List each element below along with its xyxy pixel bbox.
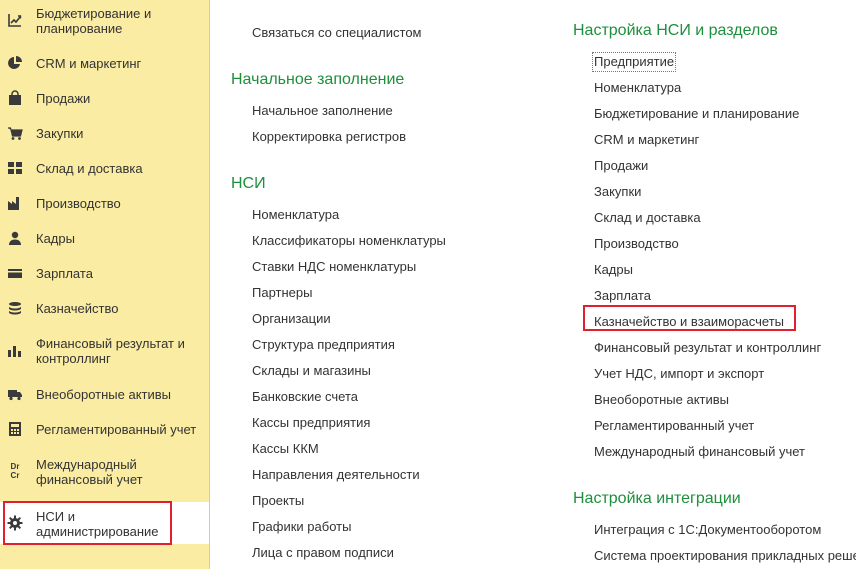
section-title-initial-fill: Начальное заполнение xyxy=(231,71,405,88)
warehouse-grid-icon xyxy=(7,160,23,176)
sidebar-item-label: Внеоборотные активы xyxy=(36,387,172,402)
menu-link[interactable]: Склады и магазины xyxy=(252,363,371,379)
menu-link[interactable]: Банковские счета xyxy=(252,389,358,405)
link-register-correction[interactable]: Корректировка регистров xyxy=(252,129,406,145)
section-title-nsi: НСИ xyxy=(231,175,266,192)
menu-link[interactable]: Номенклатура xyxy=(594,80,681,96)
coins-icon xyxy=(7,300,23,316)
menu-link[interactable]: Склад и доставка xyxy=(594,210,701,226)
menu-link[interactable]: Классификаторы номенклатуры xyxy=(252,233,446,249)
sidebar-item-purchases[interactable]: Закупки xyxy=(0,122,209,144)
menu-link[interactable]: Проекты xyxy=(252,493,304,509)
menu-link[interactable]: Организации xyxy=(252,311,331,327)
menu-link[interactable]: CRM и маркетинг xyxy=(594,132,699,148)
menu-link[interactable]: Система проектирования прикладных реше xyxy=(594,548,856,564)
menu-link[interactable]: Закупки xyxy=(594,184,641,200)
sidebar-item-label: Продажи xyxy=(36,91,91,106)
sidebar-item-label: Склад и доставка xyxy=(36,161,143,176)
menu-link[interactable]: Лица с правом подписи xyxy=(252,545,394,561)
menu-link[interactable]: Международный финансовый учет xyxy=(594,444,805,460)
menu-link[interactable]: Внеоборотные активы xyxy=(594,392,729,408)
sidebar-item-salary[interactable]: Зарплата xyxy=(0,262,209,284)
sidebar-item-crm[interactable]: CRM и маркетинг xyxy=(0,52,209,74)
gear-icon xyxy=(7,515,23,531)
sidebar-item-sales[interactable]: Продажи xyxy=(0,87,209,109)
section-title-integration: Настройка интеграции xyxy=(573,490,741,507)
sidebar-item-label: CRM и маркетинг xyxy=(36,56,142,71)
sidebar: Бюджетирование и планирование CRM и марке… xyxy=(0,0,210,569)
sidebar-item-nsi-admin[interactable]: НСИ и администрирование xyxy=(0,502,209,544)
menu-link[interactable]: Производство xyxy=(594,236,679,252)
sidebar-item-treasury[interactable]: Казначейство xyxy=(0,297,209,319)
factory-icon xyxy=(7,195,23,211)
person-icon xyxy=(7,230,23,246)
link-initial-fill[interactable]: Начальное заполнение xyxy=(252,103,393,119)
menu-link[interactable]: Зарплата xyxy=(594,288,651,304)
menu-link[interactable]: Кассы ККМ xyxy=(252,441,319,457)
menu-link[interactable]: Графики работы xyxy=(252,519,351,535)
shopping-cart-icon xyxy=(7,125,23,141)
sidebar-item-label: Международный финансовый учет xyxy=(36,457,143,487)
sidebar-item-hr[interactable]: Кадры xyxy=(0,227,209,249)
sidebar-item-label: Регламентированный учет xyxy=(36,422,197,437)
sidebar-item-budgeting[interactable]: Бюджетирование и планирование xyxy=(0,2,209,38)
menu-link[interactable]: Номенклатура xyxy=(252,207,339,223)
sidebar-item-label: Кадры xyxy=(36,231,75,246)
menu-link[interactable]: Кадры xyxy=(594,262,633,278)
budget-chart-icon xyxy=(7,12,23,28)
sidebar-item-financial-result[interactable]: Финансовый результат и контроллинг xyxy=(0,332,209,368)
sidebar-item-label: НСИ и администрирование xyxy=(36,509,159,539)
truck-icon xyxy=(7,386,23,402)
menu-link[interactable]: Регламентированный учет xyxy=(594,418,754,434)
shopping-bag-icon xyxy=(7,90,23,106)
pie-chart-icon xyxy=(7,55,23,71)
sidebar-item-fixed-assets[interactable]: Внеоборотные активы xyxy=(0,383,209,405)
link-contact-specialist[interactable]: Связаться со специалистом xyxy=(252,25,422,41)
section-title-nsi-settings: Настройка НСИ и разделов xyxy=(573,22,778,39)
menu-link[interactable]: Кассы предприятия xyxy=(252,415,370,431)
menu-link[interactable]: Финансовый результат и контроллинг xyxy=(594,340,821,356)
menu-link[interactable]: Интеграция с 1С:Документооборотом xyxy=(594,522,821,538)
menu-link[interactable]: Предприятие xyxy=(591,52,677,72)
sidebar-item-ifrs[interactable]: Dr Cr Международный финансовый учет xyxy=(0,453,209,489)
sidebar-item-label: Закупки xyxy=(36,126,84,141)
menu-link[interactable]: Партнеры xyxy=(252,285,312,301)
menu-link[interactable]: Направления деятельности xyxy=(252,467,420,483)
menu-link[interactable]: Ставки НДС номенклатуры xyxy=(252,259,416,275)
sidebar-item-warehouse[interactable]: Склад и доставка xyxy=(0,157,209,179)
sidebar-item-production[interactable]: Производство xyxy=(0,192,209,214)
menu-link[interactable]: Учет НДС, импорт и экспорт xyxy=(594,366,764,382)
sidebar-item-label: Зарплата xyxy=(36,266,93,281)
menu-link[interactable]: Продажи xyxy=(594,158,648,174)
sidebar-item-regulated-accounting[interactable]: Регламентированный учет xyxy=(0,418,209,440)
menu-link[interactable]: Казначейство и взаиморасчеты xyxy=(594,314,784,330)
sidebar-item-label: Финансовый результат и контроллинг xyxy=(36,336,185,366)
calculator-icon xyxy=(7,421,23,437)
menu-link[interactable]: Структура предприятия xyxy=(252,337,395,353)
sidebar-item-label: Бюджетирование и планирование xyxy=(36,6,152,36)
sidebar-item-label: Казначейство xyxy=(36,301,119,316)
wallet-icon xyxy=(7,265,23,281)
sidebar-item-label: Производство xyxy=(36,196,121,211)
dr-cr-icon: Dr Cr xyxy=(10,462,20,480)
bar-chart-icon xyxy=(7,342,23,358)
menu-link[interactable]: Бюджетирование и планирование xyxy=(594,106,799,122)
